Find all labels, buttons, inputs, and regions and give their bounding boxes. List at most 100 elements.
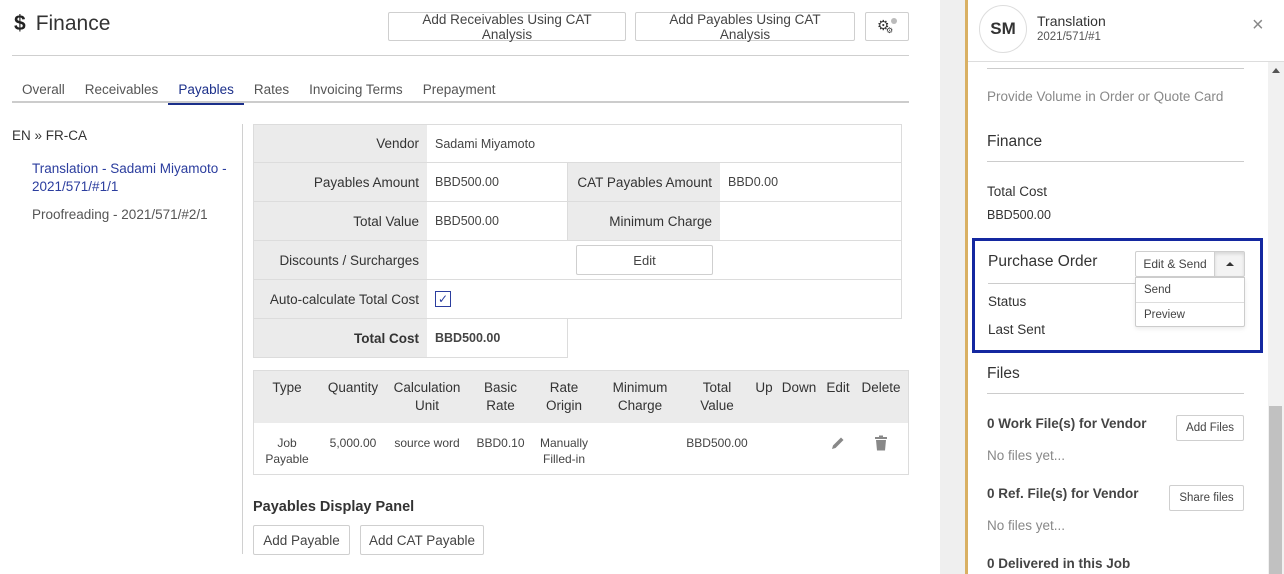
side-panel-title: Translation bbox=[1037, 13, 1106, 29]
col-basic-rate: Basic Rate bbox=[483, 380, 517, 413]
discounts-edit-button[interactable]: Edit bbox=[576, 245, 713, 275]
purchase-order-section: Purchase Order Status Last Sent Edit & S… bbox=[972, 238, 1263, 353]
job-item-proofreading[interactable]: Proofreading - 2021/571/#2/1 bbox=[32, 206, 232, 224]
add-cat-payable-button[interactable]: Add CAT Payable bbox=[360, 525, 484, 555]
payables-panel-title: Payables Display Panel bbox=[253, 499, 415, 515]
tab-prepayment[interactable]: Prepayment bbox=[413, 80, 506, 103]
payables-items-table: Type Quantity Calculation Unit Basic Rat… bbox=[253, 370, 909, 475]
vendor-label: Vendor bbox=[254, 125, 427, 162]
close-icon[interactable]: × bbox=[1252, 14, 1264, 37]
tab-receivables[interactable]: Receivables bbox=[75, 80, 169, 103]
table-row: Job Payable 5,000.00 source word BBD0.10… bbox=[254, 423, 908, 474]
add-payable-button[interactable]: Add Payable bbox=[253, 525, 350, 555]
divider bbox=[242, 124, 243, 554]
dropdown-toggle[interactable] bbox=[1215, 251, 1245, 277]
purchase-order-heading: Purchase Order bbox=[988, 253, 1098, 270]
col-rate-origin: Rate Origin bbox=[545, 380, 582, 413]
total-cost-label: Total Cost bbox=[254, 319, 427, 357]
work-files-label: 0 Work File(s) for Vendor bbox=[987, 416, 1147, 431]
pencil-icon[interactable] bbox=[830, 437, 846, 455]
total-value-label: Total Value bbox=[254, 202, 427, 240]
col-down: Down bbox=[781, 380, 817, 395]
page-title-text: Finance bbox=[35, 12, 111, 35]
total-value-row: Total Value BBD500.00 Minimum Charge bbox=[253, 202, 902, 241]
total-value-value: BBD500.00 bbox=[427, 202, 568, 240]
menu-item-preview[interactable]: Preview bbox=[1136, 302, 1244, 326]
divider bbox=[987, 68, 1244, 69]
last-sent-label: Last Sent bbox=[988, 322, 1046, 337]
menu-item-send[interactable]: Send bbox=[1136, 278, 1244, 302]
cell-total-value: BBD500.00 bbox=[686, 436, 748, 450]
side-panel-scrollbar[interactable] bbox=[1268, 62, 1284, 574]
cell-minimum-charge bbox=[595, 423, 685, 474]
add-receivables-cat-button[interactable]: Add Receivables Using CAT Analysis bbox=[388, 12, 626, 42]
dollar-icon: $ bbox=[14, 12, 26, 35]
total-cost-label: Total Cost bbox=[987, 184, 1048, 199]
settings-button[interactable]: ⚙ ⚙ bbox=[865, 12, 909, 41]
vendor-row: Vendor Sadami Miyamoto bbox=[253, 124, 902, 163]
caret-up-icon bbox=[1225, 262, 1234, 266]
tab-invoicing-terms[interactable]: Invoicing Terms bbox=[299, 80, 413, 103]
col-type: Type bbox=[272, 380, 302, 395]
cell-calculation-unit: source word bbox=[394, 436, 460, 450]
edit-send-split-button: Edit & Send bbox=[1135, 251, 1245, 277]
scroll-thumb[interactable] bbox=[1269, 406, 1282, 574]
avatar: SM bbox=[979, 5, 1027, 53]
job-item-translation[interactable]: Translation - Sadami Miyamoto - 2021/571… bbox=[32, 160, 232, 196]
total-cost-value: BBD500.00 bbox=[435, 331, 501, 345]
cell-basic-rate: BBD0.10 bbox=[476, 436, 525, 450]
cat-payables-amount-value: BBD0.00 bbox=[728, 175, 779, 189]
cell-type: Job Payable bbox=[265, 436, 309, 466]
files-heading: Files bbox=[987, 365, 1020, 382]
payables-form: Vendor Sadami Miyamoto Payables Amount B… bbox=[253, 124, 902, 358]
auto-calc-label: Auto-calculate Total Cost bbox=[254, 280, 427, 318]
scroll-up-arrow-icon[interactable] bbox=[1272, 68, 1280, 73]
language-pair: EN » FR-CA bbox=[12, 128, 88, 143]
tab-overall[interactable]: Overall bbox=[12, 80, 75, 103]
total-cost-row: Total Cost BBD500.00 bbox=[253, 319, 568, 358]
ref-files-label: 0 Ref. File(s) for Vendor bbox=[987, 486, 1139, 501]
job-side-panel: Provide Volume in Order or Quote Card Fi… bbox=[965, 0, 1284, 574]
payables-amount-value: BBD500.00 bbox=[427, 163, 568, 201]
vendor-value: Sadami Miyamoto bbox=[435, 136, 536, 151]
gear-icon: ⚙ ⚙ bbox=[876, 17, 898, 36]
finance-main: $ Finance Add Receivables Using CAT Anal… bbox=[0, 0, 940, 574]
col-minimum-charge: Minimum Charge bbox=[612, 380, 668, 413]
po-dropdown-menu: Send Preview bbox=[1135, 277, 1245, 327]
table-header: Type Quantity Calculation Unit Basic Rat… bbox=[254, 371, 908, 423]
side-panel-header: SM Translation 2021/571/#1 × bbox=[968, 0, 1284, 62]
divider bbox=[987, 393, 1244, 394]
cat-payables-amount-label: CAT Payables Amount bbox=[568, 163, 720, 201]
cell-rate-origin: Manually Filled-in bbox=[539, 436, 589, 466]
tab-payables[interactable]: Payables bbox=[168, 80, 244, 105]
panel-gutter bbox=[940, 0, 965, 574]
divider bbox=[987, 161, 1244, 162]
col-quantity: Quantity bbox=[327, 380, 379, 395]
col-edit: Edit bbox=[826, 380, 850, 395]
minimum-charge-label: Minimum Charge bbox=[568, 202, 720, 240]
finance-tabs: Overall Receivables Payables Rates Invoi… bbox=[12, 80, 909, 105]
col-delete: Delete bbox=[861, 380, 901, 395]
add-payables-cat-button[interactable]: Add Payables Using CAT Analysis bbox=[635, 12, 855, 42]
work-files-empty: No files yet... bbox=[987, 448, 1066, 463]
col-up: Up bbox=[755, 380, 773, 395]
add-files-button[interactable]: Add Files bbox=[1176, 415, 1244, 441]
volume-hint: Provide Volume in Order or Quote Card bbox=[987, 89, 1224, 104]
share-files-button[interactable]: Share files bbox=[1169, 485, 1244, 511]
finance-heading: Finance bbox=[987, 133, 1043, 150]
total-cost-value: BBD500.00 bbox=[987, 208, 1051, 222]
minimum-charge-value bbox=[720, 202, 728, 240]
payables-amount-label: Payables Amount bbox=[254, 163, 427, 201]
col-total-value: Total Value bbox=[700, 380, 734, 413]
finance-header: $ Finance Add Receivables Using CAT Anal… bbox=[12, 0, 909, 56]
discounts-label: Discounts / Surcharges bbox=[254, 241, 427, 279]
auto-calc-checkbox[interactable]: ✓ bbox=[435, 291, 451, 307]
payables-amount-row: Payables Amount BBD500.00 CAT Payables A… bbox=[253, 163, 902, 202]
side-panel-subtitle: 2021/571/#1 bbox=[1037, 31, 1101, 43]
trash-icon[interactable] bbox=[874, 435, 888, 455]
cell-quantity: 5,000.00 bbox=[329, 436, 377, 450]
tab-rates[interactable]: Rates bbox=[244, 80, 299, 103]
page-title: $ Finance bbox=[14, 12, 110, 36]
edit-send-button[interactable]: Edit & Send bbox=[1135, 251, 1215, 277]
job-list: Translation - Sadami Miyamoto - 2021/571… bbox=[32, 160, 232, 234]
